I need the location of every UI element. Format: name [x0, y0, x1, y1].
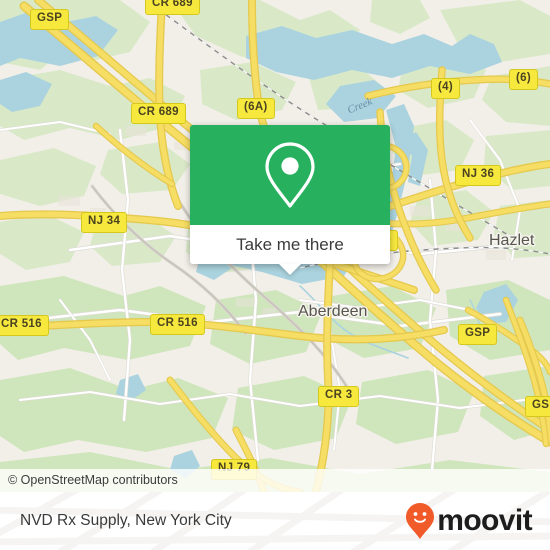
map-attribution[interactable]: © OpenStreetMap contributors — [0, 469, 550, 492]
shield-cr516-c[interactable]: CR 516 — [150, 314, 205, 335]
shield-cr689-w[interactable]: CR 689 — [131, 103, 186, 124]
callout-pointer — [279, 264, 301, 275]
place-label-hazlet: Hazlet — [489, 232, 535, 249]
shield-cr516-w[interactable]: CR 516 — [0, 315, 49, 336]
moovit-brand[interactable]: moovit — [405, 502, 533, 540]
location-title: NVD Rx Supply, New York City — [20, 512, 232, 529]
location-pin-icon — [265, 142, 315, 208]
shield-6a[interactable]: (6A) — [237, 98, 275, 119]
shield-4[interactable]: (4) — [431, 78, 460, 99]
moovit-wordmark: moovit — [437, 504, 532, 537]
shield-6[interactable]: (6) — [509, 69, 538, 90]
shield-gsp-nw[interactable]: GSP — [30, 9, 70, 30]
shield-cr3[interactable]: CR 3 — [318, 386, 360, 407]
footer-bar: NVD Rx Supply, New York City moovit — [0, 492, 550, 550]
shield-gsp-e[interactable]: GSP — [525, 396, 550, 417]
map-canvas[interactable]: .lnd { fill:#f2efe9; } .grn { fill:#d9e9… — [0, 0, 550, 492]
callout-action[interactable]: Take me there — [190, 225, 390, 275]
moovit-smiley-pin-icon — [406, 503, 435, 539]
callout-header — [190, 125, 390, 225]
callout-action-label: Take me there — [236, 234, 344, 254]
shield-gsp-se[interactable]: GSP — [458, 324, 498, 345]
shield-nj34[interactable]: NJ 34 — [81, 212, 128, 233]
shield-cr689-n[interactable]: CR 689 — [145, 0, 200, 15]
moovit-map-screenshot: .lnd { fill:#f2efe9; } .grn { fill:#d9e9… — [0, 0, 550, 550]
take-me-there-callout[interactable]: Take me there — [190, 125, 390, 275]
shield-nj36[interactable]: NJ 36 — [455, 165, 502, 186]
place-label-aberdeen: Aberdeen — [298, 303, 368, 320]
